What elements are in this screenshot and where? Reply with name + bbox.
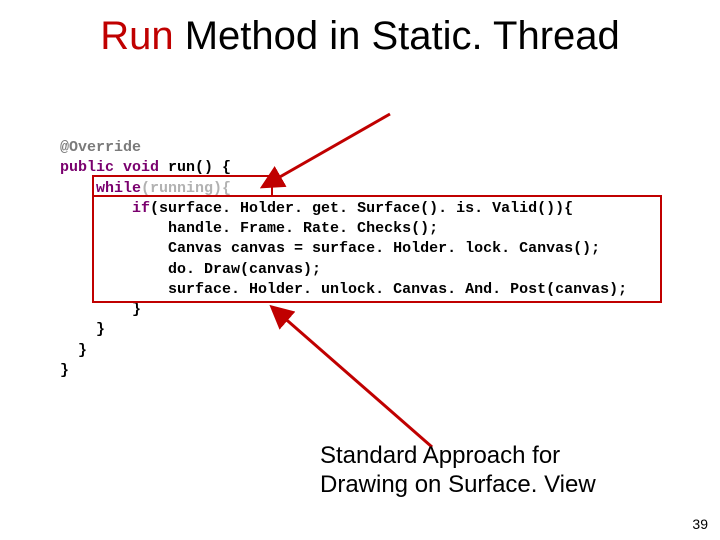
- code-l11: }: [78, 342, 87, 359]
- page-number: 39: [692, 516, 708, 532]
- slide-title: Run Method in Static. Thread: [0, 14, 720, 59]
- code-l9: }: [132, 301, 141, 318]
- code-run-sig: run() {: [159, 159, 231, 176]
- code-annotation: @Override: [60, 139, 141, 156]
- title-rest: Method in Static. Thread: [174, 14, 620, 58]
- kw-void: void: [123, 159, 159, 176]
- caption: Standard Approach for Drawing on Surface…: [320, 442, 596, 500]
- slide: Run Method in Static. Thread @Override p…: [0, 0, 720, 540]
- code-l12: }: [60, 362, 69, 379]
- caption-line1: Standard Approach for: [320, 442, 596, 471]
- highlight-box-body: [92, 195, 662, 303]
- code-l10: }: [96, 321, 105, 338]
- highlight-box-while: [92, 175, 273, 197]
- kw-public: public: [60, 159, 114, 176]
- title-red: Run: [100, 14, 173, 58]
- caption-line2: Drawing on Surface. View: [320, 471, 596, 500]
